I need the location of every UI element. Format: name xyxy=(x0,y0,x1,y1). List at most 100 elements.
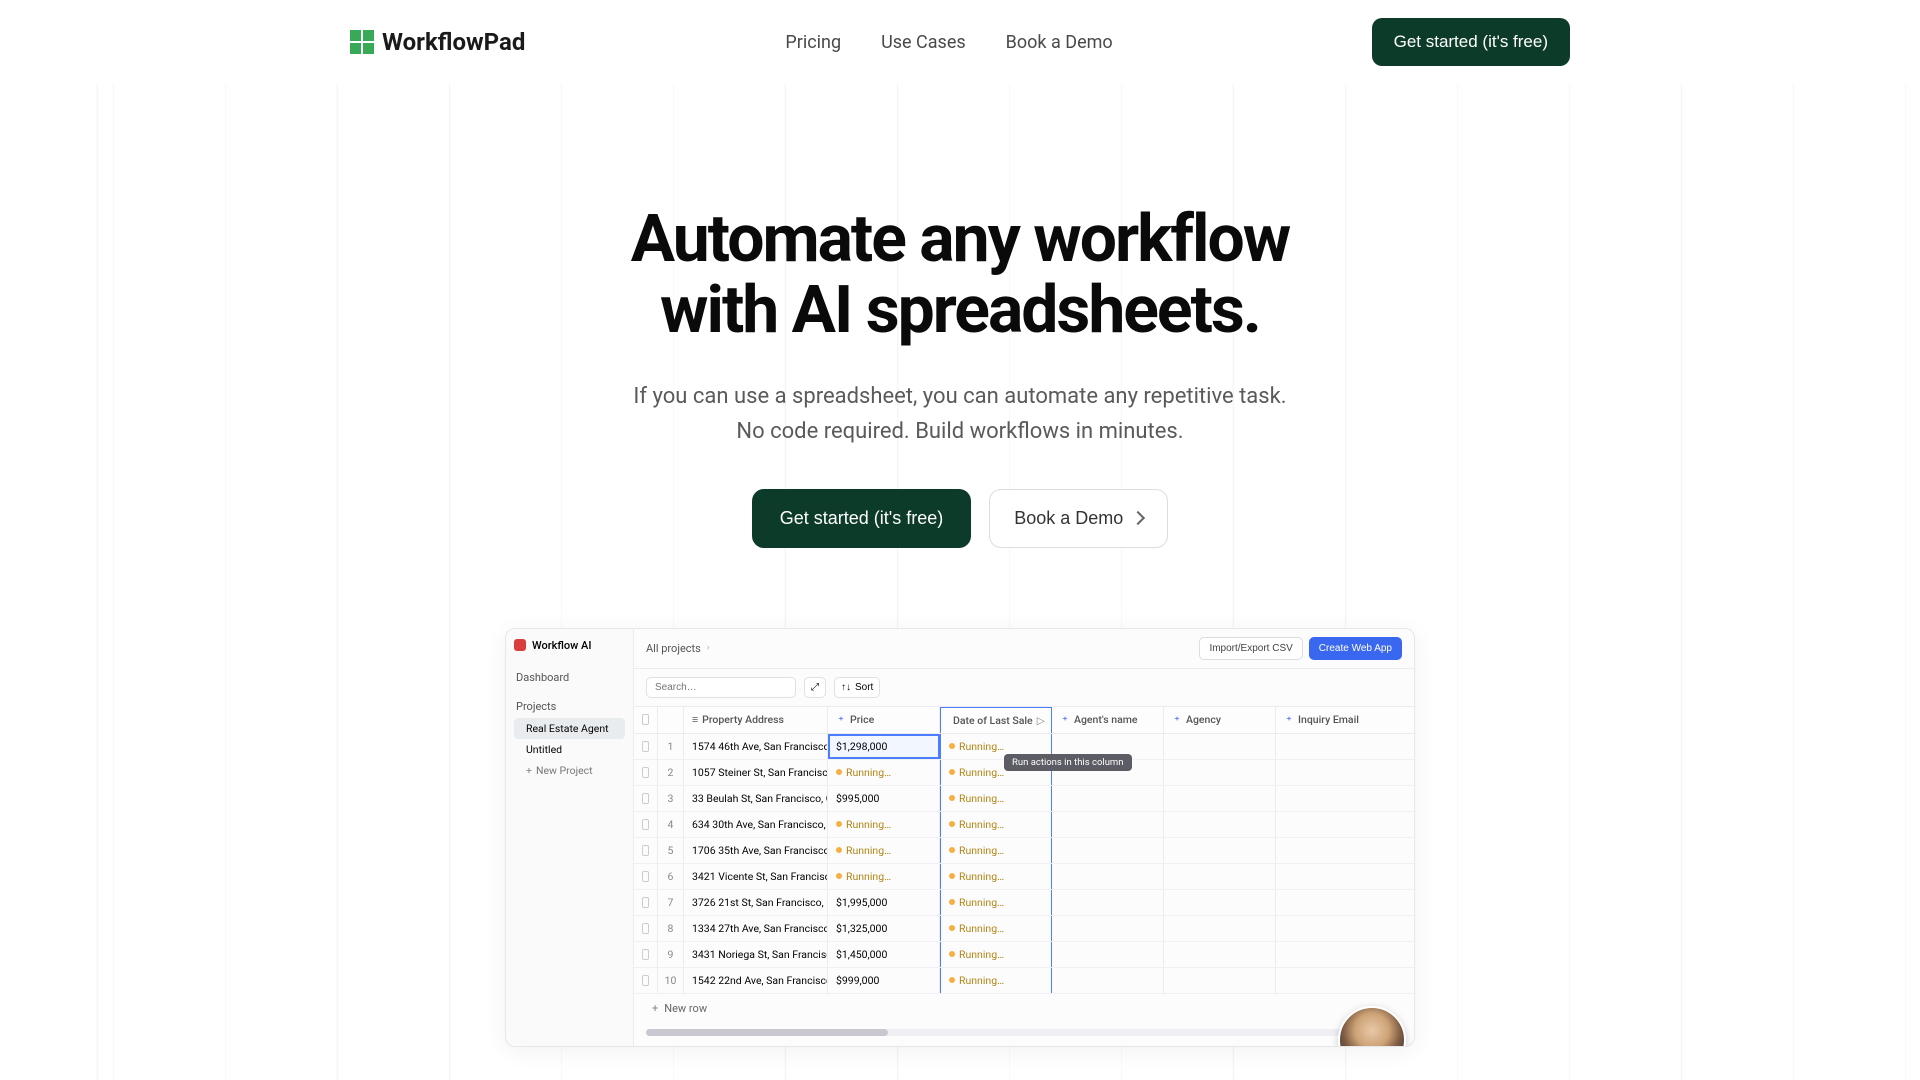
demo-brand[interactable]: Workflow AI xyxy=(514,639,625,652)
table-row[interactable]: 63421 Vicente St, San Francisco, …Runnin… xyxy=(634,864,1414,890)
row-checkbox[interactable] xyxy=(634,812,658,837)
cell-agent[interactable] xyxy=(1052,786,1164,811)
cell-agency[interactable] xyxy=(1164,890,1276,915)
nav-use-cases[interactable]: Use Cases xyxy=(881,32,966,53)
cell-address[interactable]: 33 Beulah St, San Francisco, CA… xyxy=(684,786,828,811)
cell-price[interactable]: Running… xyxy=(828,812,940,837)
cell-agent[interactable] xyxy=(1052,812,1164,837)
sidebar-project-real-estate[interactable]: Real Estate Agent xyxy=(514,718,625,739)
row-checkbox[interactable] xyxy=(634,942,658,967)
row-checkbox[interactable] xyxy=(634,734,658,759)
cell-agent[interactable] xyxy=(1052,942,1164,967)
row-checkbox[interactable] xyxy=(634,968,658,993)
table-row[interactable]: 93431 Noriega St, San Francisco, …$1,450… xyxy=(634,942,1414,968)
breadcrumb[interactable]: All projects › xyxy=(646,642,710,655)
row-checkbox[interactable] xyxy=(634,890,658,915)
row-checkbox[interactable] xyxy=(634,760,658,785)
header-price[interactable]: Price xyxy=(828,707,940,733)
cell-date[interactable]: Running… xyxy=(940,942,1052,967)
cell-agent[interactable] xyxy=(1052,838,1164,863)
play-icon[interactable]: ▷ xyxy=(1037,714,1045,727)
cell-price[interactable]: $995,000 xyxy=(828,786,940,811)
header-get-started-button[interactable]: Get started (it's free) xyxy=(1372,18,1570,66)
cell-price[interactable]: $1,450,000 xyxy=(828,942,940,967)
cell-address[interactable]: 1574 46th Ave, San Francisco, C… xyxy=(684,734,828,759)
cell-address[interactable]: 1334 27th Ave, San Francisco, C… xyxy=(684,916,828,941)
cell-price[interactable]: Running… xyxy=(828,864,940,889)
header-inquiry-email[interactable]: Inquiry Email xyxy=(1276,707,1406,733)
brand-logo[interactable]: WorkflowPad xyxy=(350,28,525,56)
row-checkbox[interactable] xyxy=(634,916,658,941)
cell-email[interactable] xyxy=(1276,734,1406,759)
cell-address[interactable]: 634 30th Ave, San Francisco, C… xyxy=(684,812,828,837)
cell-agency[interactable] xyxy=(1164,734,1276,759)
cell-agency[interactable] xyxy=(1164,968,1276,993)
table-row[interactable]: 81334 27th Ave, San Francisco, C…$1,325,… xyxy=(634,916,1414,942)
cell-date[interactable]: Running… xyxy=(940,812,1052,837)
cell-email[interactable] xyxy=(1276,890,1406,915)
cell-date[interactable]: Running… xyxy=(940,916,1052,941)
hero-get-started-button[interactable]: Get started (it's free) xyxy=(752,489,972,548)
table-row[interactable]: 333 Beulah St, San Francisco, CA…$995,00… xyxy=(634,786,1414,812)
cell-email[interactable] xyxy=(1276,968,1406,993)
cell-price[interactable]: $1,995,000 xyxy=(828,890,940,915)
horizontal-scrollbar[interactable] xyxy=(646,1029,1402,1036)
cell-agent[interactable] xyxy=(1052,968,1164,993)
cell-agency[interactable] xyxy=(1164,786,1276,811)
table-row[interactable]: 73726 21st St, San Francisco, CA …$1,995… xyxy=(634,890,1414,916)
header-agency[interactable]: Agency xyxy=(1164,707,1276,733)
header-checkbox[interactable] xyxy=(634,707,658,733)
cell-email[interactable] xyxy=(1276,916,1406,941)
expand-button[interactable]: ⤢ xyxy=(804,677,826,698)
cell-address[interactable]: 3726 21st St, San Francisco, CA … xyxy=(684,890,828,915)
cell-agency[interactable] xyxy=(1164,760,1276,785)
cell-agency[interactable] xyxy=(1164,942,1276,967)
cell-date[interactable]: Running… xyxy=(940,968,1052,993)
cell-date[interactable]: Running… xyxy=(940,838,1052,863)
cell-agency[interactable] xyxy=(1164,864,1276,889)
row-checkbox[interactable] xyxy=(634,838,658,863)
cell-email[interactable] xyxy=(1276,760,1406,785)
cell-agency[interactable] xyxy=(1164,916,1276,941)
header-agent-name[interactable]: Agent's name xyxy=(1052,707,1164,733)
table-row[interactable]: 101542 22nd Ave, San Francisco, …$999,00… xyxy=(634,968,1414,994)
cell-agent[interactable] xyxy=(1052,864,1164,889)
header-property-address[interactable]: ≡Property Address xyxy=(684,707,828,733)
scrollbar-thumb[interactable] xyxy=(646,1029,888,1036)
cell-date[interactable]: Running… xyxy=(940,890,1052,915)
cell-address[interactable]: 3421 Vicente St, San Francisco, … xyxy=(684,864,828,889)
cell-date[interactable]: Running… xyxy=(940,786,1052,811)
cell-date[interactable]: Running… xyxy=(940,864,1052,889)
cell-email[interactable] xyxy=(1276,838,1406,863)
create-web-app-button[interactable]: Create Web App xyxy=(1309,637,1402,660)
cell-price[interactable]: $1,298,000 xyxy=(828,734,940,759)
table-row[interactable]: 4634 30th Ave, San Francisco, C…Running…… xyxy=(634,812,1414,838)
cell-address[interactable]: 1706 35th Ave, San Francisco, C… xyxy=(684,838,828,863)
cell-agent[interactable] xyxy=(1052,916,1164,941)
cell-email[interactable] xyxy=(1276,812,1406,837)
cell-address[interactable]: 1542 22nd Ave, San Francisco, … xyxy=(684,968,828,993)
sort-button[interactable]: ↑↓Sort xyxy=(834,677,880,698)
cell-address[interactable]: 3431 Noriega St, San Francisco, … xyxy=(684,942,828,967)
hero-book-demo-button[interactable]: Book a Demo xyxy=(989,489,1168,548)
cell-price[interactable]: $1,325,000 xyxy=(828,916,940,941)
sidebar-item-dashboard[interactable]: Dashboard xyxy=(514,666,625,689)
cell-price[interactable]: Running… xyxy=(828,838,940,863)
import-export-button[interactable]: Import/Export CSV xyxy=(1199,637,1302,660)
search-input[interactable] xyxy=(646,677,796,698)
cell-email[interactable] xyxy=(1276,786,1406,811)
cell-price[interactable]: Running… xyxy=(828,760,940,785)
sidebar-new-project[interactable]: +New Project xyxy=(514,760,625,781)
cell-address[interactable]: 1057 Steiner St, San Francisco, … xyxy=(684,760,828,785)
sidebar-project-untitled[interactable]: Untitled xyxy=(514,739,625,760)
header-date-last-sale[interactable]: Date of Last Sale▷ xyxy=(940,707,1052,733)
row-checkbox[interactable] xyxy=(634,786,658,811)
cell-agency[interactable] xyxy=(1164,812,1276,837)
table-row[interactable]: 51706 35th Ave, San Francisco, C…Running… xyxy=(634,838,1414,864)
nav-pricing[interactable]: Pricing xyxy=(785,32,841,53)
cell-email[interactable] xyxy=(1276,942,1406,967)
row-checkbox[interactable] xyxy=(634,864,658,889)
cell-email[interactable] xyxy=(1276,864,1406,889)
nav-book-demo[interactable]: Book a Demo xyxy=(1006,32,1113,53)
cell-price[interactable]: $999,000 xyxy=(828,968,940,993)
